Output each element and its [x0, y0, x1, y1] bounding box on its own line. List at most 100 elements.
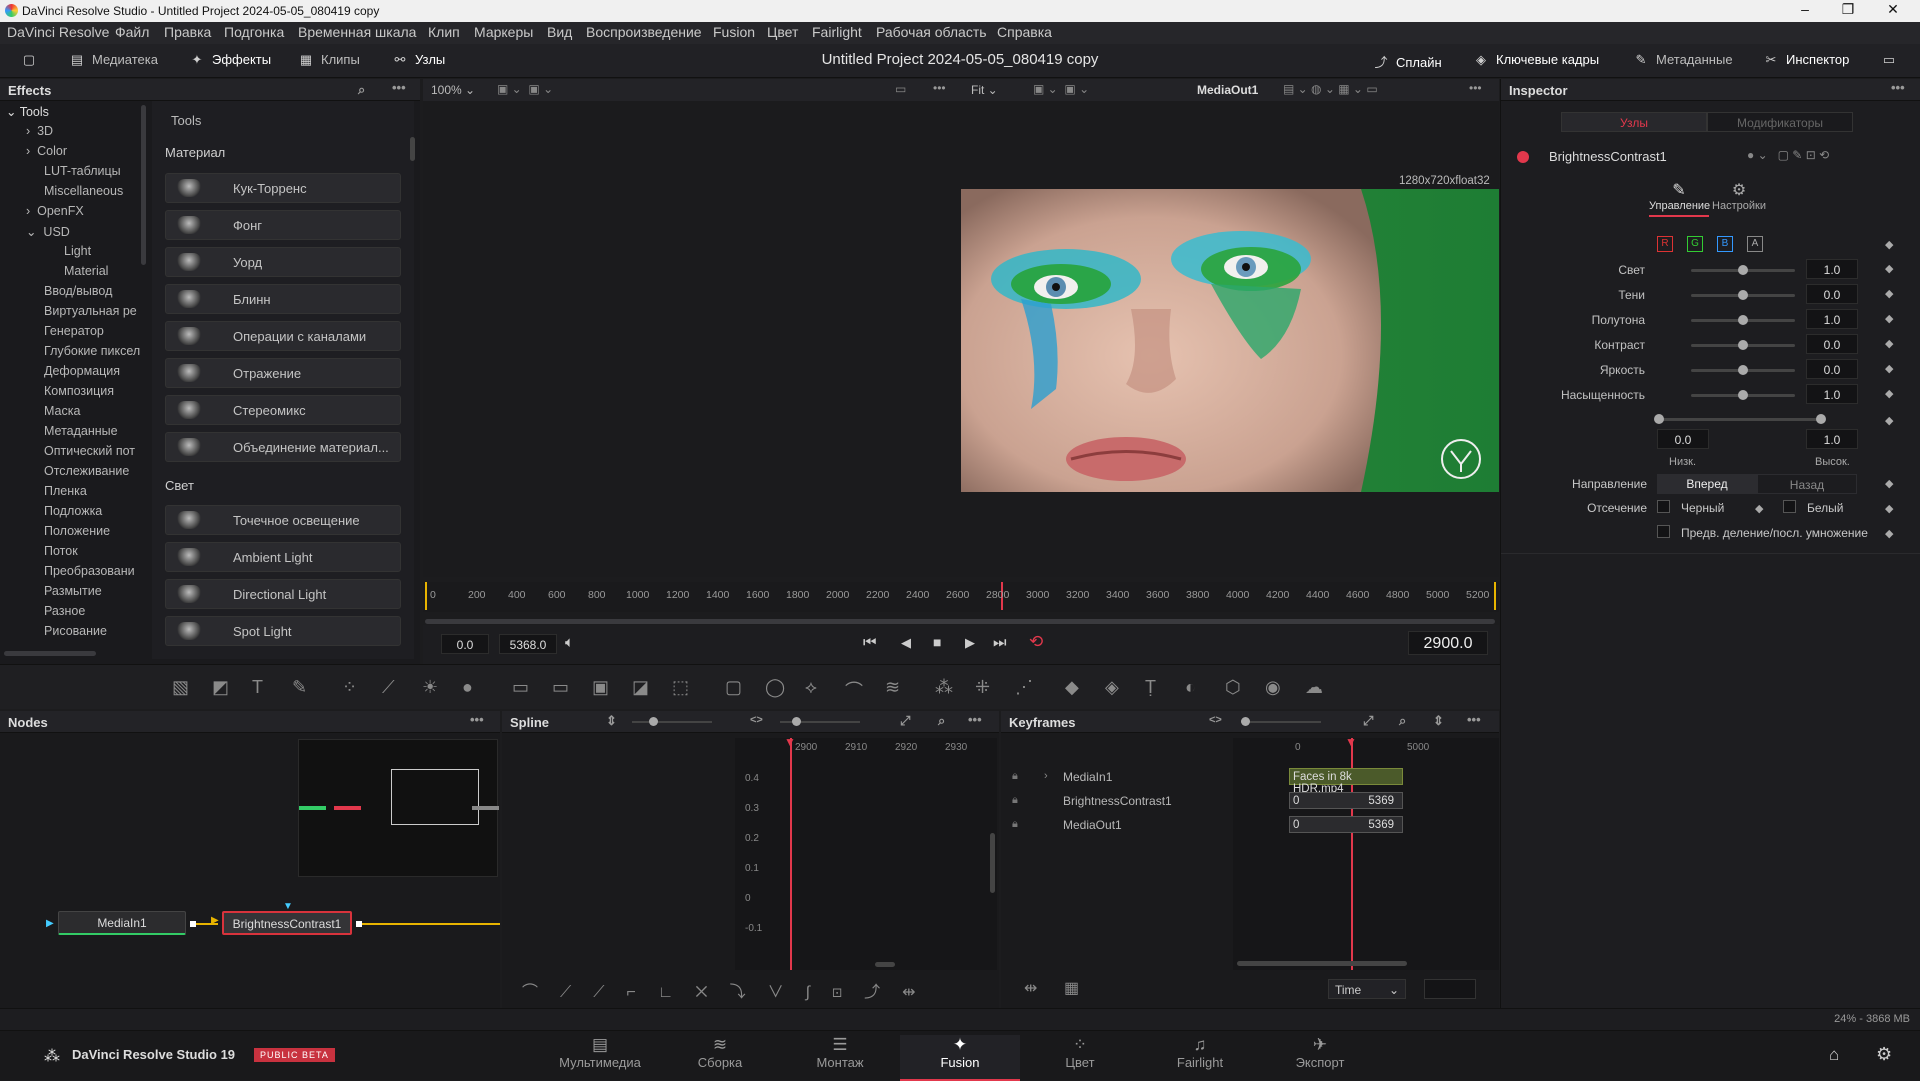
tree-item-film[interactable]: Пленка: [44, 484, 140, 498]
menu-clip[interactable]: Клип: [428, 24, 460, 40]
param-value[interactable]: 0.0: [1806, 334, 1858, 354]
keyframe-diamond-icon[interactable]: ◆: [1885, 414, 1893, 427]
playhead-marker-icon[interactable]: ▼: [784, 735, 796, 749]
menu-playback[interactable]: Воспроизведение: [586, 24, 702, 40]
renderer3d-tool-icon[interactable]: ⬡: [1225, 677, 1241, 698]
tool-item[interactable]: Операции с каналами: [165, 321, 401, 351]
home-icon[interactable]: ⌂: [1829, 1045, 1839, 1065]
tree-item-material[interactable]: Material: [64, 264, 108, 278]
viewer-more-icon[interactable]: •••: [933, 81, 946, 95]
emitter-tool-icon[interactable]: ⋰: [1015, 677, 1033, 698]
go-to-start-icon[interactable]: ⏮︎: [863, 634, 877, 651]
page-fairlight[interactable]: ♫ Fairlight: [1140, 1035, 1260, 1070]
go-to-end-icon[interactable]: ⏭︎: [993, 634, 1007, 651]
lock-icon[interactable]: 🔒︎: [1012, 794, 1018, 807]
navigator-viewport[interactable]: [391, 769, 479, 825]
param-value[interactable]: 0.0: [1806, 284, 1858, 304]
menu-fusion[interactable]: Fusion: [713, 24, 755, 40]
keyframe-diamond-icon[interactable]: ◆: [1885, 362, 1893, 375]
shape3d-tool-icon[interactable]: ◆: [1065, 677, 1079, 698]
direction-forward-button[interactable]: Вперед: [1657, 474, 1757, 494]
tree-item-misc[interactable]: Miscellaneous: [44, 184, 123, 198]
paint-tool-icon[interactable]: ✎: [292, 677, 307, 698]
node-navigator[interactable]: [298, 739, 499, 877]
curves-tool-icon[interactable]: ⟋: [382, 677, 395, 698]
zoom-knob[interactable]: [649, 717, 658, 726]
minimize-button[interactable]: –: [1790, 1, 1820, 17]
vzoom-knob[interactable]: [792, 717, 801, 726]
param-value[interactable]: 1.0: [1806, 309, 1858, 329]
tree-item-flow[interactable]: Поток: [44, 544, 140, 558]
menu-timeline[interactable]: Временная шкала: [298, 24, 416, 40]
zoom-dropdown[interactable]: 100% ⌄: [431, 83, 475, 97]
bspline-mask-icon[interactable]: ⌒: [845, 677, 863, 703]
menu-fairlight[interactable]: Fairlight: [812, 24, 862, 40]
kf-clip-bar[interactable]: Faces in 8k HDR.mp4: [1289, 768, 1403, 795]
tree-item-vr[interactable]: Виртуальная ре: [44, 304, 140, 318]
channel-a-toggle[interactable]: A: [1747, 236, 1763, 252]
spline-hscroll[interactable]: [875, 962, 895, 967]
tree-item-opticalflow[interactable]: Оптический пот: [44, 444, 140, 458]
clip-black-checkbox[interactable]: [1657, 500, 1670, 513]
background-tool-icon[interactable]: ▧: [172, 677, 189, 698]
particles-tool-icon[interactable]: ⁘: [342, 677, 357, 698]
keyframe-diamond-icon[interactable]: ◆: [1885, 527, 1893, 540]
fit-horizontal-icon[interactable]: <>: [1209, 714, 1222, 726]
sort-icon[interactable]: ⇕: [606, 713, 617, 729]
menu-trim[interactable]: Подгонка: [224, 24, 284, 40]
playhead-marker-icon[interactable]: ▼: [1345, 735, 1357, 749]
tab-nodes[interactable]: Узлы: [1561, 112, 1707, 132]
tool-item[interactable]: Объединение материал...: [165, 432, 401, 462]
view-options-icon[interactable]: ▣ ⌄ ▣ ⌄: [1033, 82, 1089, 96]
direction-backward-button[interactable]: Назад: [1757, 474, 1857, 494]
kf-clip-bar[interactable]: 0 5369: [1289, 792, 1403, 809]
tool-item[interactable]: Фонг: [165, 210, 401, 240]
page-deliver[interactable]: ✈ Экспорт: [1260, 1035, 1380, 1070]
view-options-icon[interactable]: ▣ ⌄ ▣ ⌄: [497, 82, 553, 96]
range-high-knob[interactable]: [1816, 414, 1826, 424]
play-icon[interactable]: ▶: [965, 635, 975, 651]
mask-paint-icon[interactable]: ≋: [885, 677, 900, 698]
param-value[interactable]: 1.0: [1806, 384, 1858, 404]
menu-workspace[interactable]: Рабочая область: [876, 24, 987, 40]
lock-icon[interactable]: 🔒︎: [1012, 770, 1018, 783]
text-tool-icon[interactable]: T: [252, 677, 263, 698]
param-value[interactable]: 1.0: [1806, 259, 1858, 279]
tree-item-paint[interactable]: Рисование: [44, 624, 140, 638]
tool-list-scrollbar[interactable]: [410, 137, 415, 161]
range-start-marker[interactable]: [425, 582, 427, 610]
tree-scrollbar[interactable]: [141, 105, 146, 265]
tree-item-tools[interactable]: ⌄ Tools: [6, 104, 49, 119]
timeline-scrollbar[interactable]: [425, 619, 1495, 624]
page-cut[interactable]: ≋ Сборка: [660, 1035, 780, 1070]
play-reverse-icon[interactable]: ◀: [901, 635, 911, 651]
keyframe-diamond-icon[interactable]: ◆: [1885, 477, 1893, 490]
page-edit[interactable]: ☰ Монтаж: [780, 1035, 900, 1070]
tree-item-io[interactable]: Ввод/вывод: [44, 284, 140, 298]
tree-item-composite[interactable]: Композиция: [44, 384, 140, 398]
channel-b-toggle[interactable]: B: [1717, 236, 1733, 252]
keyframe-diamond-icon[interactable]: ◆: [1885, 312, 1893, 325]
loop-icon[interactable]: ⟲: [1029, 632, 1043, 652]
viewer-left[interactable]: 100% ⌄ ▣ ⌄ ▣ ⌄ ▭ •••: [423, 79, 963, 577]
node-mediain1[interactable]: MediaIn1: [58, 911, 186, 935]
page-color[interactable]: ⁘ Цвет: [1020, 1035, 1140, 1070]
end-time-field[interactable]: 5368.0: [499, 634, 557, 654]
keyframe-diamond-icon[interactable]: ◆: [1885, 337, 1893, 350]
tree-item-light[interactable]: Light: [64, 244, 91, 258]
current-time-field[interactable]: 2900.0: [1408, 631, 1488, 655]
fit-dropdown[interactable]: Fit ⌄: [971, 83, 998, 97]
inspector-more-icon[interactable]: •••: [1891, 80, 1905, 95]
node-enable-toggle[interactable]: [1517, 151, 1529, 163]
tool-item[interactable]: Spot Light: [165, 616, 401, 646]
audio-icon[interactable]: 🔈︎: [565, 634, 574, 651]
page-media[interactable]: ▤ Мультимедиа: [540, 1035, 660, 1070]
spline-graph[interactable]: 2900 2910 2920 2930 0.4 0.3 0.2 0.1 0 -0…: [735, 735, 997, 970]
ellipse-mask-icon[interactable]: ◯: [765, 677, 785, 698]
range-end-marker[interactable]: [1494, 582, 1496, 610]
light3d-tool-icon[interactable]: ◉: [1265, 677, 1281, 698]
spline-tools-icon[interactable]: ⌒⟋⟋⌐∟✕⤵∨∫⊡⤴⇹: [522, 978, 938, 1002]
tab-settings[interactable]: ⚙ Настройки: [1709, 180, 1769, 212]
high-value-field[interactable]: 1.0: [1806, 429, 1858, 449]
tree-item-metadata[interactable]: Метаданные: [44, 424, 140, 438]
